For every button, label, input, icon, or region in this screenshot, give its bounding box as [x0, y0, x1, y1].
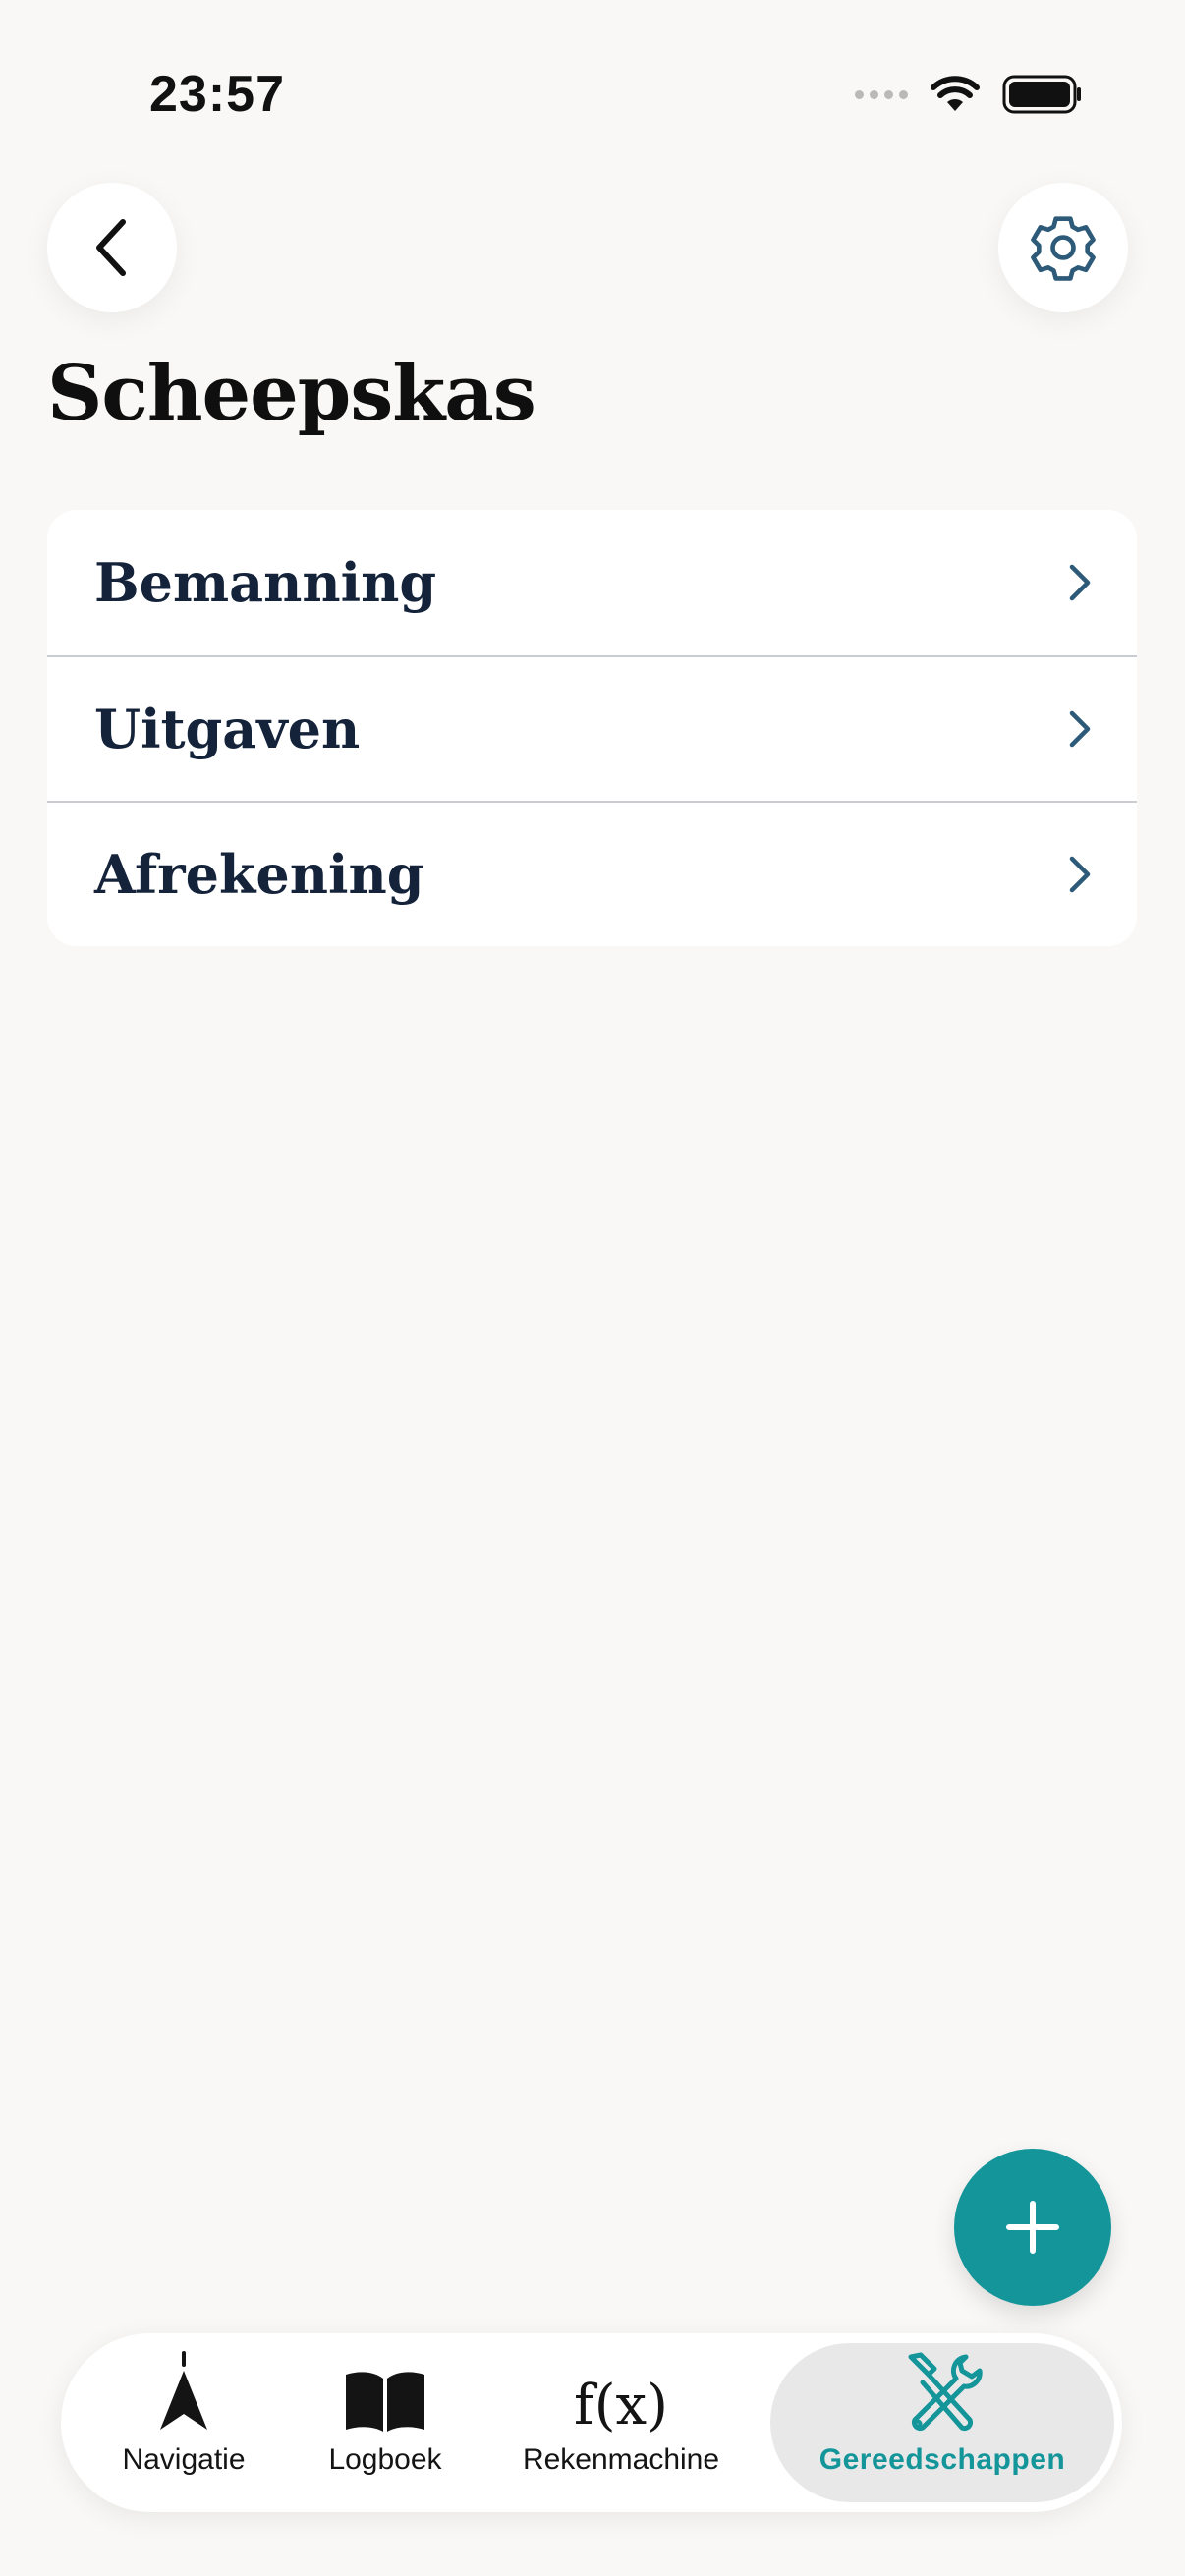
- status-time: 23:57: [149, 66, 285, 123]
- tab-gereedschappen[interactable]: Gereedschappen: [770, 2343, 1114, 2502]
- add-button[interactable]: [954, 2149, 1111, 2306]
- page-title: Scheepskas: [47, 349, 536, 438]
- book-icon: [346, 2372, 424, 2432]
- gear-icon: [1031, 216, 1096, 281]
- list-item-uitgaven[interactable]: Uitgaven: [47, 655, 1137, 801]
- battery-icon: [1002, 75, 1081, 114]
- status-icons: [855, 75, 1083, 114]
- settings-button[interactable]: [998, 183, 1128, 312]
- list-item-afrekening[interactable]: Afrekening: [47, 801, 1137, 946]
- chevron-right-icon: [1069, 856, 1091, 893]
- navigation-arrow-icon: [160, 2351, 207, 2430]
- cellular-signal-icon: [855, 89, 908, 99]
- list-item-label: Afrekening: [94, 843, 424, 906]
- list-item-label: Bemanning: [94, 551, 437, 614]
- wifi-icon: [931, 76, 980, 111]
- chevron-right-icon: [1069, 564, 1091, 601]
- tab-rekenmachine[interactable]: f(x) Rekenmachine: [503, 2343, 739, 2502]
- tab-logboek[interactable]: Logboek: [307, 2343, 464, 2502]
- plus-icon: [1006, 2201, 1059, 2254]
- tab-label: Logboek: [328, 2443, 442, 2476]
- chevron-left-icon: [96, 219, 126, 276]
- back-button[interactable]: [47, 183, 177, 312]
- chevron-right-icon: [1069, 710, 1091, 748]
- function-icon: f(x): [573, 2374, 668, 2437]
- tab-label: Navigatie: [122, 2443, 246, 2476]
- tools-icon: [908, 2352, 983, 2432]
- tab-navigatie[interactable]: Navigatie: [100, 2343, 267, 2502]
- menu-list: Bemanning Uitgaven Afrekening: [47, 510, 1137, 946]
- tab-label: Gereedschappen: [818, 2443, 1066, 2476]
- tab-bar: Navigatie Logboek f(x) Rekenmachine Gere…: [61, 2333, 1122, 2512]
- list-item-bemanning[interactable]: Bemanning: [47, 510, 1137, 655]
- tab-label: Rekenmachine: [522, 2443, 720, 2476]
- list-item-label: Uitgaven: [94, 698, 361, 760]
